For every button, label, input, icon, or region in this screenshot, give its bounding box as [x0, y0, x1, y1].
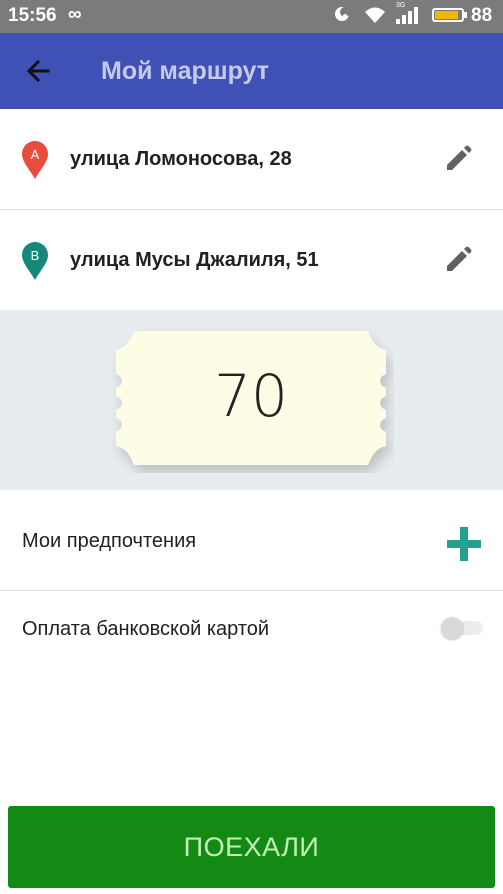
route-from-address: улица Ломоносова, 28: [70, 148, 292, 170]
app-bar: Мой маршрут: [0, 33, 503, 109]
price-value: 70: [214, 362, 288, 430]
card-payment-toggle[interactable]: [441, 615, 485, 639]
plus-icon[interactable]: [445, 525, 483, 563]
toggle-thumb: [441, 617, 463, 639]
status-time: 15:56: [8, 5, 57, 26]
marker-a-icon: A: [22, 141, 48, 179]
page-title: Мой маршрут: [101, 57, 269, 85]
loop-icon: ∞: [68, 4, 82, 25]
go-button[interactable]: ПОЕХАЛИ: [8, 806, 495, 888]
status-bar: 15:56 ∞ 3G 88: [0, 0, 503, 33]
do-not-disturb-icon: [335, 7, 350, 21]
route-from-row[interactable]: A улица Ломоносова, 28: [0, 109, 503, 210]
edit-from-icon[interactable]: [441, 142, 475, 176]
battery-level: [435, 11, 458, 19]
edit-to-icon[interactable]: [441, 243, 475, 277]
preferences-row[interactable]: Мои предпочтения: [0, 490, 503, 591]
route-to-row[interactable]: B улица Мусы Джалиля, 51: [0, 210, 503, 311]
route-to-address: улица Мусы Джалиля, 51: [70, 249, 319, 271]
card-payment-label: Оплата банковской картой: [22, 618, 270, 640]
marker-b-letter: B: [31, 248, 40, 263]
preferences-label: Мои предпочтения: [22, 530, 197, 552]
price-panel: 70: [0, 310, 503, 490]
marker-a-letter: A: [31, 147, 40, 162]
go-button-label: ПОЕХАЛИ: [183, 831, 320, 862]
arrow-left-icon[interactable]: [20, 53, 58, 89]
wifi-icon: [365, 7, 385, 23]
battery-icon: [432, 8, 464, 22]
signal-icon: [396, 7, 418, 24]
marker-b-icon: B: [22, 242, 48, 280]
battery-nub: [464, 12, 467, 18]
battery-percent: 88: [471, 5, 493, 26]
card-payment-row: Оплата банковской картой: [0, 591, 503, 671]
